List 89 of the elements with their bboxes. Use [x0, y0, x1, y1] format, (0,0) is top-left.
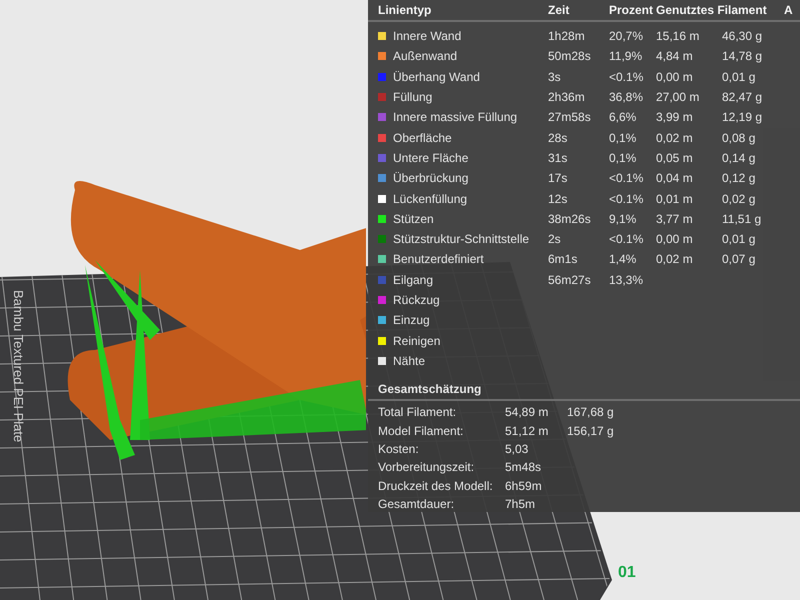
time-value: 1h28m — [548, 29, 586, 44]
column-header: A — [784, 3, 794, 17]
weight-value: 0,01 g — [722, 70, 756, 84]
time-value: 3s — [548, 70, 562, 84]
plate-label: Bambu Textured PEI Plate — [11, 290, 26, 442]
time-value: 27m58s — [548, 110, 592, 124]
line-type-label: Stützen — [393, 212, 434, 226]
weight-value: 0,08 g — [722, 130, 756, 145]
time-value: 31s — [548, 150, 568, 165]
length-value: 0,01 m — [656, 192, 694, 206]
percent-value: 20,7% — [609, 29, 644, 44]
percent-value: <0.1% — [609, 171, 644, 186]
percent-value: <0.1% — [609, 70, 644, 84]
column-header: Genutztes Filament — [656, 3, 768, 17]
weight-value: 11,51 g — [722, 212, 762, 226]
time-value: 17s — [548, 171, 568, 186]
percent-value: 9,1% — [609, 212, 638, 226]
summary-value: 5,03 — [505, 442, 530, 456]
time-value: 2s — [548, 232, 562, 246]
percent-value: <0.1% — [609, 192, 644, 206]
summary-value: 7h5m — [505, 497, 536, 512]
column-header: Zeit — [548, 3, 570, 17]
plate-number: 01 — [618, 564, 636, 581]
length-value: 3,77 m — [656, 212, 694, 226]
line-type-label: Innere massive Füllung — [393, 110, 518, 124]
line-type-label: Benutzerdefiniert — [393, 252, 484, 266]
weight-value: 82,47 g — [722, 90, 764, 104]
length-value: 0,02 m — [656, 252, 694, 266]
line-type-label: Untere Fläche — [393, 150, 468, 165]
weight-value: 0,07 g — [722, 252, 756, 266]
summary-label: Druckzeit des Modell: — [378, 478, 494, 493]
weight-value: 14,78 g — [722, 49, 764, 64]
length-value: 4,84 m — [656, 49, 694, 64]
length-value: 0,00 m — [656, 232, 694, 246]
summary-label: Model Filament: — [378, 424, 464, 438]
weight-value: 0,12 g — [722, 171, 756, 186]
column-header: Linientyp — [378, 3, 432, 17]
percent-value: 13,3% — [609, 272, 644, 287]
summary-value: 51,12 m — [505, 424, 550, 438]
time-value: 38m26s — [548, 212, 592, 226]
summary-label: Gesamtdauer: — [378, 497, 456, 512]
line-type-label: Überbrückung — [393, 171, 468, 186]
summary-value: 54,89 m — [505, 405, 550, 420]
line-type-label: Reinigen — [393, 334, 440, 348]
percent-value: 1,4% — [609, 252, 638, 266]
length-value: 27,00 m — [656, 90, 700, 104]
line-type-label: Eilgang — [393, 272, 434, 287]
weight-value: 12,19 g — [722, 110, 764, 124]
line-type-label: Füllung — [393, 90, 432, 104]
column-header: Prozent — [609, 3, 654, 17]
line-type-label: Außenwand — [393, 49, 458, 64]
time-value: 2h36m — [548, 90, 586, 104]
summary-label: Vorbereitungszeit: — [378, 460, 476, 474]
weight-value: 46,30 g — [722, 29, 764, 44]
summary-value: 5m48s — [505, 460, 542, 474]
summary-title: Gesamtschätzung — [368, 379, 800, 402]
percent-value: 0,1% — [609, 150, 638, 165]
line-type-label: Oberfläche — [393, 130, 452, 145]
length-value: 15,16 m — [656, 29, 700, 44]
weight-value: 0,14 g — [722, 150, 756, 165]
time-value: 6m1s — [548, 252, 578, 266]
length-value: 0,04 m — [656, 171, 694, 186]
line-type-label: Einzug — [393, 313, 430, 328]
line-type-label: Innere Wand — [393, 29, 462, 44]
weight-value: 0,01 g — [722, 232, 756, 246]
time-value: 50m28s — [548, 49, 592, 64]
line-type-label: Stützstruktur-Schnittstelle — [393, 232, 530, 246]
percent-value: <0.1% — [609, 232, 644, 246]
line-type-label: Überhang Wand — [393, 70, 480, 84]
weight-value: 0,02 g — [722, 192, 756, 206]
percent-value: 6,6% — [609, 110, 638, 124]
line-type-label: Lückenfüllung — [393, 192, 468, 206]
percent-value: 0,1% — [609, 130, 638, 145]
line-type-label: Rückzug — [393, 293, 440, 307]
summary-value: 156,17 g — [567, 424, 615, 438]
length-value: 0,02 m — [656, 130, 694, 145]
time-value: 56m27s — [548, 272, 592, 287]
time-value: 28s — [548, 130, 568, 145]
summary-value: 167,68 g — [567, 405, 615, 420]
summary-label: Total Filament: — [378, 405, 458, 420]
percent-value: 11,9% — [609, 49, 644, 64]
line-type-label: Nähte — [393, 354, 426, 368]
percent-value: 36,8% — [609, 90, 644, 104]
length-value: 3,99 m — [656, 110, 694, 124]
summary-value: 6h59m — [505, 478, 543, 493]
length-value: 0,00 m — [656, 70, 694, 84]
length-value: 0,05 m — [656, 150, 694, 165]
time-value: 12s — [548, 192, 568, 206]
summary-label: Kosten: — [378, 442, 420, 456]
